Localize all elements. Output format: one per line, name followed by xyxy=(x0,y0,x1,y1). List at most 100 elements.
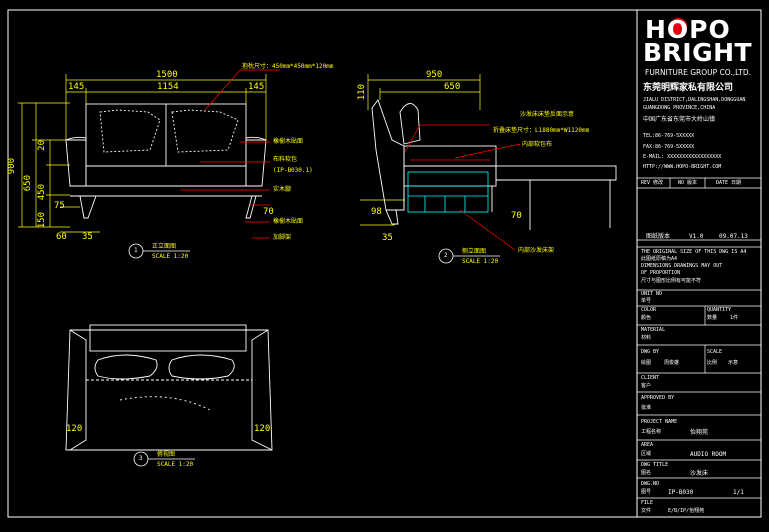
caption-side-scale: SCALE 1:20 xyxy=(462,258,499,265)
unit-no-label: UNIT NO xyxy=(641,291,663,297)
dim-70: 70 xyxy=(263,207,274,217)
dwg-no-cn: 图号 xyxy=(641,489,652,495)
dim-98: 98 xyxy=(371,207,382,217)
quantity-cn: 数量 xyxy=(707,315,718,321)
dwg-no-label: DWG.NO xyxy=(641,481,660,487)
dwg-no-value: IP-B030 xyxy=(668,489,694,496)
dim-75: 75 xyxy=(54,201,65,211)
company-email: E-MAIL: XXXXXXXXXXXXXXXXXX xyxy=(643,154,722,160)
dwg-title-label: DWG TITLE xyxy=(641,462,669,468)
callout-oak-1: 橡樹木貼面 xyxy=(273,138,304,145)
file-label: FILE xyxy=(641,500,654,506)
dim-overall-width: 1500 xyxy=(156,70,178,80)
company-web: HTTP://WWW.HOPO-BRIGHT.COM xyxy=(643,164,722,170)
plan-view xyxy=(65,324,273,451)
callout-fabric: 布料软包 xyxy=(273,156,298,163)
rev-header-no: NO 版本 xyxy=(678,180,698,186)
dwg-by-cn: 绘图 xyxy=(641,360,652,366)
dwg-by-label: DWG BY xyxy=(641,349,660,355)
caption-side-title: 侧立面图 xyxy=(462,248,487,255)
dim-110: 110 xyxy=(357,84,367,101)
dim-plan-120-right: 120 xyxy=(254,424,271,434)
dim-150: 150 xyxy=(37,212,47,229)
dim-middle: 1154 xyxy=(157,82,179,92)
file-value: E/B/IP/怡翔苑 xyxy=(668,508,705,514)
approved-cn: 批准 xyxy=(641,405,652,411)
area-value: AUDIO ROOM xyxy=(690,451,727,458)
client-cn: 客户 xyxy=(641,383,652,389)
caption-number-2: 2 xyxy=(444,252,448,259)
dim-20: 20 xyxy=(37,140,47,151)
caption-front-scale: SCALE 1:20 xyxy=(152,253,189,260)
dim-right-arm: 145 xyxy=(248,82,265,92)
dim-left-arm: 145 xyxy=(68,82,85,92)
callout-bed-size: 折叠床垫尺寸：L1880mm*W1120mm xyxy=(493,127,590,134)
dim-450: 450 xyxy=(37,184,47,201)
approved-label: APPROVED BY xyxy=(641,395,675,401)
notice-cn: 此图纸原稿为A4 xyxy=(641,256,678,262)
project-cn: 工程名称 xyxy=(641,429,662,435)
company-group-name: FURNITURE GROUP CO.,LTD. xyxy=(645,68,752,77)
color-cn: 颜色 xyxy=(641,315,652,321)
dim-650: 650 xyxy=(23,175,33,192)
dwg-title-value: 沙发床 xyxy=(690,470,709,477)
unit-no-cn: 单号 xyxy=(641,298,652,304)
dim-35: 35 xyxy=(82,232,93,242)
caption-plan-title: 俯视图 xyxy=(157,451,176,458)
front-elevation xyxy=(18,69,280,239)
dimension-note-en-2: OF PROPORTION xyxy=(641,270,681,276)
dimension-note-cn: 尺寸与图形比例有可能不符 xyxy=(641,278,702,284)
dim-depth-950: 950 xyxy=(426,70,443,80)
dimension-note-en-1: DIMENSIONS DRAWINGS MAY OUT xyxy=(641,263,723,269)
scale-label: SCALE xyxy=(707,349,723,355)
client-label: CLIENT xyxy=(641,375,660,381)
dim-depth-650: 650 xyxy=(444,82,461,92)
caption-number-3: 3 xyxy=(139,455,143,462)
company-name-cn: 东莞明辉家私有限公司 xyxy=(643,83,734,93)
logo-line-2: BRIGHT xyxy=(643,38,753,67)
dwg-title-cn: 图名 xyxy=(641,470,652,476)
rev-header-rev: REV 修改 xyxy=(641,180,664,186)
callout-fabric-code: (IP-B030.1) xyxy=(273,167,313,174)
callout-oak-2: 橡樹木貼面 xyxy=(273,218,304,225)
project-label: PROJECT NAME xyxy=(641,419,678,425)
caption-front-title: 正立面图 xyxy=(152,243,177,250)
callout-frame: 加脚架 xyxy=(273,234,292,241)
callout-inner-fabric: 内部软包布 xyxy=(522,141,553,148)
caption-number-1: 1 xyxy=(134,247,138,254)
callout-inner-frame: 内部沙发床架 xyxy=(518,247,555,254)
dim-60: 60 xyxy=(56,232,67,242)
project-value: 怡翔苑 xyxy=(690,429,709,436)
rev-header-date: DATE 日期 xyxy=(716,180,742,186)
callout-cushion: 抱枕尺寸：450mm*450mm*120mm xyxy=(242,63,334,70)
file-cn: 文件 xyxy=(641,508,652,514)
address-line-1: JIALU DISTRICT,DALINGSHAN,DONGGUAN xyxy=(643,97,746,103)
dim-side-35: 35 xyxy=(382,233,393,243)
address-line-2: GUANGDONG PROVINCE,CHINA xyxy=(643,105,716,111)
color-label: COLOR xyxy=(641,307,657,313)
material-label: MATERIAL xyxy=(641,327,666,333)
dim-plan-120-left: 120 xyxy=(66,424,83,434)
callout-bed-back: 沙发床床垫反面示意 xyxy=(520,111,575,118)
area-label: AREA xyxy=(641,442,654,448)
view-caption-markers xyxy=(128,243,500,467)
caption-plan-scale: SCALE 1:20 xyxy=(157,461,194,468)
dim-side-70: 70 xyxy=(511,211,522,221)
title-block-grid xyxy=(637,177,761,499)
area-cn: 区域 xyxy=(641,451,652,457)
dwg-by-value: 周俊雄 xyxy=(664,360,680,366)
address-cn: 中国广东省东莞市大岭山镇 xyxy=(643,116,716,123)
notice-en: THE ORIGINAL SIZE OF THIS DWG IS A4 xyxy=(641,249,747,255)
version-date: 09.07.13 xyxy=(719,233,748,240)
scale-cn: 比例 xyxy=(707,360,718,366)
quantity-value: 1件 xyxy=(730,315,739,321)
version-label: 图纸版本 xyxy=(646,233,671,240)
company-fax: FAX:86-769-5XXXXX xyxy=(643,144,695,150)
material-cn: 材料 xyxy=(641,335,652,341)
dim-height: 900 xyxy=(7,158,17,175)
quantity-label: QUANTITY xyxy=(707,307,732,313)
side-elevation xyxy=(360,74,617,251)
company-tel: TEL:86-769-5XXXXX xyxy=(643,133,695,139)
sheet-number: 1/1 xyxy=(733,489,744,496)
version-value: V1.0 xyxy=(689,233,704,240)
